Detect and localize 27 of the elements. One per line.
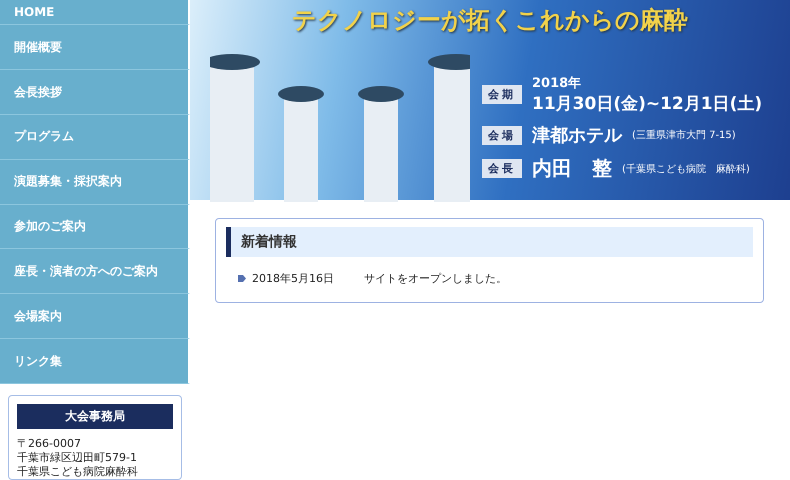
nav-link[interactable]: 開催概要 <box>0 25 190 70</box>
venue-name: 津都ホテル <box>532 124 622 147</box>
info-note: (三重県津市大門 7-15) <box>632 128 736 142</box>
nav-link[interactable]: 参加のご案内 <box>0 204 190 250</box>
nav-link[interactable]: 演題募集・採択案内 <box>0 160 190 205</box>
info-tag: 会長 <box>482 159 522 178</box>
office-title: 大会事務局 <box>17 404 173 429</box>
info-tag: 会場 <box>482 126 522 144</box>
office-address-line: 〒266-0007 <box>17 436 82 451</box>
nav-link[interactable]: HOME <box>0 0 190 26</box>
nav-link[interactable]: プログラム <box>0 115 190 160</box>
office-address-line: 千葉県こども病院麻酔科 <box>17 464 139 479</box>
news-title: 新着情報 <box>226 227 753 257</box>
banner-headline: テクノロジーが拓くこれからの麻酔 <box>292 4 688 36</box>
nav-link[interactable]: 座長・演者の方へのご案内 <box>0 249 190 294</box>
info-tag: 会期 <box>482 85 522 104</box>
office-address-line: 千葉市緑区辺田町579-1 <box>17 450 138 465</box>
nav-link[interactable]: 会場案内 <box>0 294 190 340</box>
info-note: (千葉県こども病院 麻酔科) <box>622 162 750 176</box>
nav-link[interactable]: リンク集 <box>0 339 190 384</box>
chair-name: 内田 整 <box>532 155 612 182</box>
nav-link[interactable]: 会長挨拶 <box>0 70 190 115</box>
bullet-icon <box>238 275 246 282</box>
event-dates: 11月30日(金)~12月1日(土) <box>532 93 762 115</box>
news-date: 2018年5月16日 <box>252 271 334 286</box>
event-year: 2018年 <box>532 75 582 92</box>
news-text: サイトをオープンしました。 <box>364 271 507 286</box>
